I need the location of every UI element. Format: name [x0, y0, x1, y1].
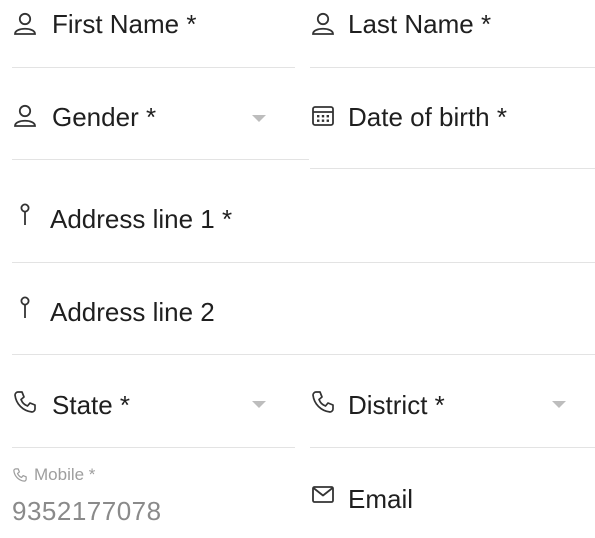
last-name-label: Last Name *	[348, 9, 492, 39]
address-line-2-field[interactable]: Address line 2	[12, 263, 595, 355]
district-select[interactable]: District *	[310, 355, 595, 448]
person-icon	[310, 11, 336, 37]
district-label: District *	[348, 390, 445, 420]
state-select[interactable]: State *	[12, 355, 295, 448]
mobile-field[interactable]: Mobile * 9352177078	[12, 448, 295, 538]
date-of-birth-label: Date of birth *	[348, 102, 507, 132]
mail-icon	[310, 482, 336, 508]
chevron-down-icon	[552, 401, 566, 408]
gender-select[interactable]: Gender *	[12, 68, 309, 160]
first-name-field[interactable]: First Name *	[12, 0, 295, 68]
pin-icon	[14, 202, 40, 228]
address-line-1-label: Address line 1 *	[50, 204, 233, 234]
phone-icon	[12, 467, 28, 483]
mobile-value: 9352177078	[12, 496, 162, 526]
gender-label: Gender *	[52, 102, 157, 132]
phone-icon	[12, 389, 38, 415]
address-line-2-label: Address line 2	[50, 297, 215, 327]
chevron-down-icon	[252, 401, 266, 408]
email-field[interactable]: Email	[310, 448, 595, 538]
last-name-field[interactable]: Last Name *	[310, 0, 595, 68]
date-of-birth-field[interactable]: Date of birth *	[310, 68, 595, 169]
person-icon	[12, 103, 38, 129]
chevron-down-icon	[252, 115, 266, 122]
person-icon	[12, 11, 38, 37]
phone-icon	[310, 389, 336, 415]
mobile-label: Mobile *	[34, 465, 96, 484]
first-name-label: First Name *	[52, 9, 197, 39]
email-label: Email	[348, 484, 414, 514]
pin-icon	[14, 295, 40, 321]
calendar-icon	[310, 103, 336, 129]
address-line-1-field[interactable]: Address line 1 *	[12, 169, 595, 263]
state-label: State *	[52, 390, 131, 420]
